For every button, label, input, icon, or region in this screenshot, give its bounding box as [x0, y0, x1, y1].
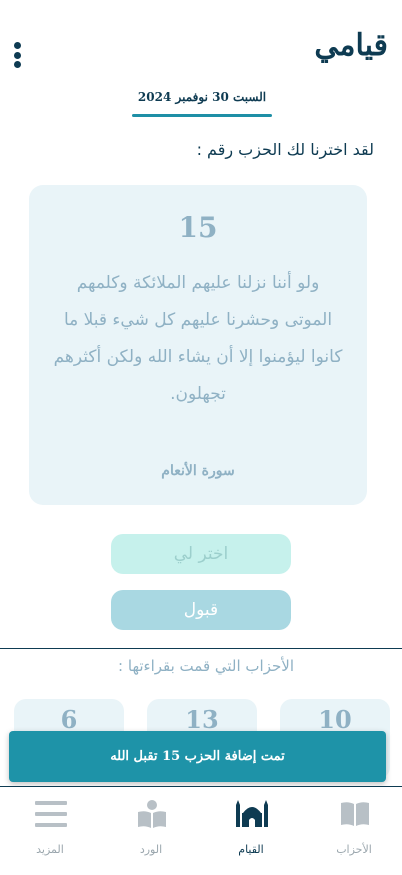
date-underline	[132, 114, 272, 117]
nav-item-ahzab[interactable]: الأحزاب	[304, 787, 402, 875]
more-options-icon[interactable]	[12, 42, 22, 68]
nav-label-wird: الورد	[139, 843, 163, 856]
date-text: السبت 30 نوفمبر 2024	[137, 90, 267, 104]
nav-item-qiyam[interactable]: القيام	[201, 787, 301, 875]
kebab-dot	[13, 61, 21, 68]
choose-for-me-button[interactable]: اختر لي	[111, 534, 291, 574]
nav-item-wird[interactable]: الورد	[101, 787, 201, 875]
selection-prompt: لقد اخترنا لك الحزب رقم :	[196, 140, 374, 159]
surah-name: سورة الأنعام	[161, 463, 235, 479]
nav-label-ahzab: الأحزاب	[336, 843, 372, 856]
reader-icon	[138, 800, 166, 828]
read-hizb-number: 13	[185, 705, 219, 734]
verse-text: ولو أننا نزلنا عليهم الملائكة وكلمهم الم…	[53, 273, 343, 404]
menu-icon	[35, 801, 67, 827]
verse-card: 15 ولو أننا نزلنا عليهم الملائكة وكلمهم …	[29, 185, 367, 505]
hizb-number: 15	[178, 211, 218, 244]
date-display: السبت 30 نوفمبر 2024	[132, 90, 272, 104]
app-title: قيامي	[314, 28, 388, 63]
accept-button[interactable]: قبول	[111, 590, 291, 630]
open-book-icon	[341, 802, 369, 826]
read-hizb-number: 10	[318, 705, 352, 734]
kebab-dot	[13, 42, 21, 49]
toast-notification: تمت إضافة الحزب 15 تقبل الله	[9, 731, 386, 782]
nav-label-qiyam: القيام	[238, 843, 264, 856]
kebab-dot	[13, 51, 21, 59]
nav-item-more[interactable]: المزيد	[0, 787, 100, 875]
read-hizb-number: 6	[60, 705, 78, 734]
section-divider	[0, 648, 402, 649]
read-hizbs-title: الأحزاب التي قمت بقراءتها :	[118, 657, 294, 675]
nav-label-more: المزيد	[36, 843, 64, 856]
mosque-icon	[236, 800, 268, 827]
bottom-nav: الأحزاب القيام الورد المزيد	[0, 786, 402, 875]
toast-message: تمت إضافة الحزب 15 تقبل الله	[110, 749, 285, 764]
